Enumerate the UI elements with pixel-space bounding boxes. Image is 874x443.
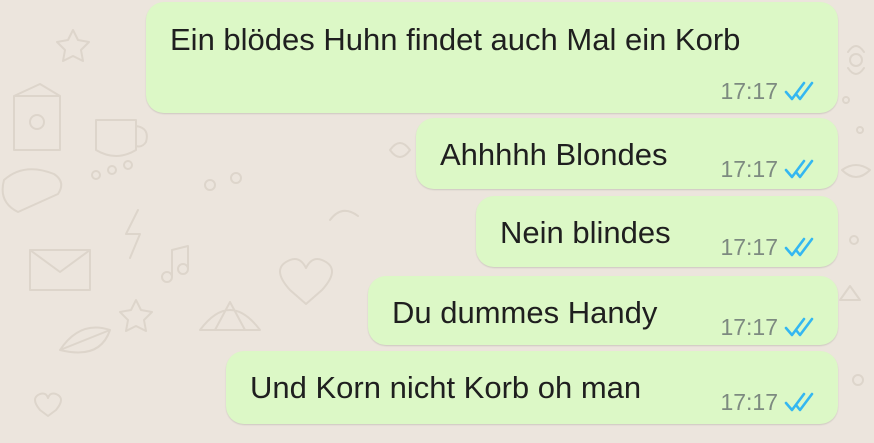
outgoing-message-bubble[interactable]: Nein blindes 17:17 (476, 196, 838, 267)
message-timestamp: 17:17 (720, 78, 778, 104)
outgoing-message-bubble[interactable]: Ahhhhh Blondes 17:17 (416, 118, 838, 189)
message-text: Du dummes Handy (392, 295, 658, 330)
double-check-read-icon (784, 316, 818, 338)
message-timestamp: 17:17 (720, 156, 778, 182)
message-meta: 17:17 (720, 389, 818, 415)
message-text: Nein blindes (500, 215, 671, 250)
message-text: Und Korn nicht Korb oh man (250, 370, 642, 405)
message-text: Ahhhhh Blondes (440, 137, 668, 172)
double-check-read-icon (784, 80, 818, 102)
double-check-read-icon (784, 158, 818, 180)
double-check-read-icon (784, 236, 818, 258)
message-meta: 17:17 (720, 78, 818, 104)
outgoing-message-bubble[interactable]: Und Korn nicht Korb oh man 17:17 (226, 351, 838, 424)
outgoing-message-bubble[interactable]: Du dummes Handy 17:17 (368, 276, 838, 345)
message-text: Ein blödes Huhn findet auch Mal ein Korb (170, 22, 741, 57)
message-timestamp: 17:17 (720, 389, 778, 415)
message-meta: 17:17 (720, 234, 818, 260)
chat-message-list[interactable]: Ein blödes Huhn findet auch Mal ein Korb… (0, 0, 874, 443)
message-meta: 17:17 (720, 314, 818, 340)
double-check-read-icon (784, 391, 818, 413)
outgoing-message-bubble[interactable]: Ein blödes Huhn findet auch Mal ein Korb… (146, 2, 838, 113)
message-meta: 17:17 (720, 156, 818, 182)
message-timestamp: 17:17 (720, 314, 778, 340)
message-timestamp: 17:17 (720, 234, 778, 260)
